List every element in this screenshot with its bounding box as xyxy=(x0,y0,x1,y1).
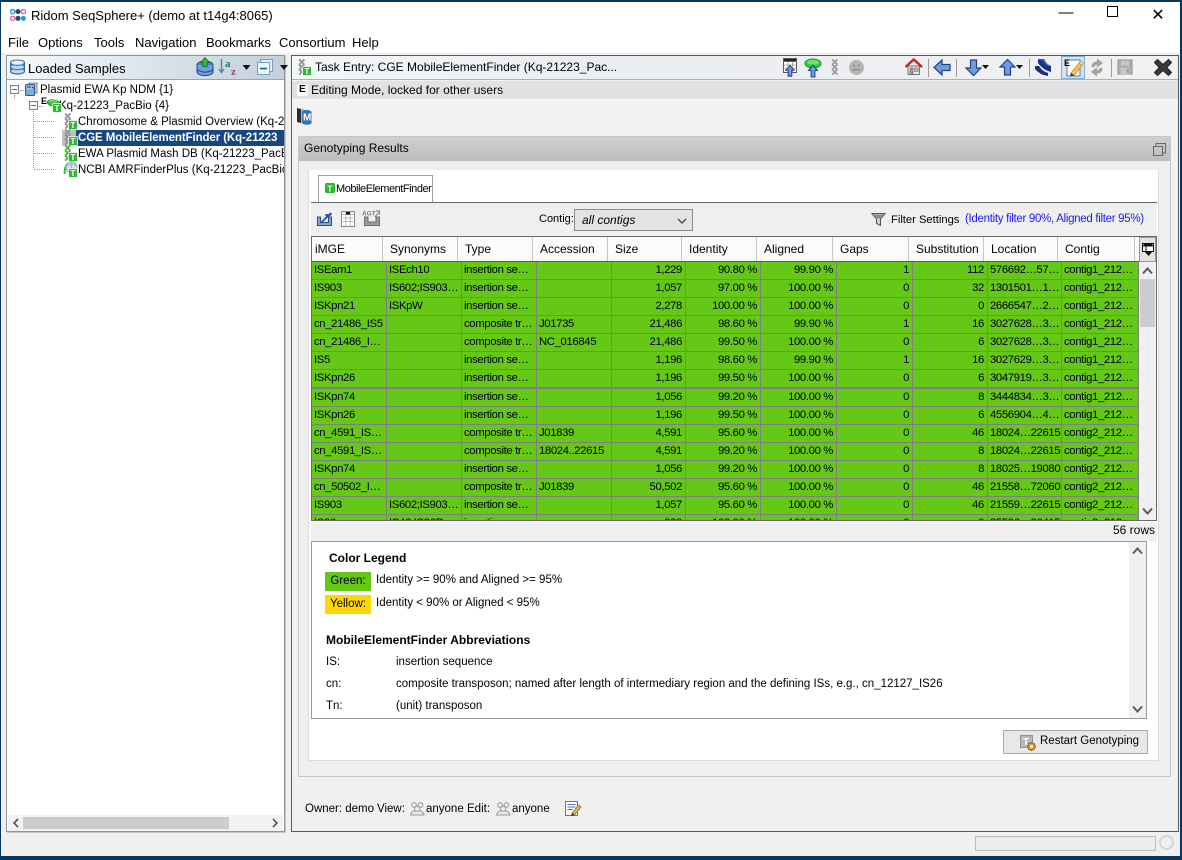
svg-text:AGT: AGT xyxy=(362,211,376,218)
svg-text:T: T xyxy=(327,184,333,194)
svg-text:M: M xyxy=(303,113,311,124)
svg-text:E: E xyxy=(41,96,47,106)
svg-text:E: E xyxy=(1064,58,1070,68)
svg-text:z: z xyxy=(231,66,236,77)
svg-text:T: T xyxy=(55,104,60,113)
